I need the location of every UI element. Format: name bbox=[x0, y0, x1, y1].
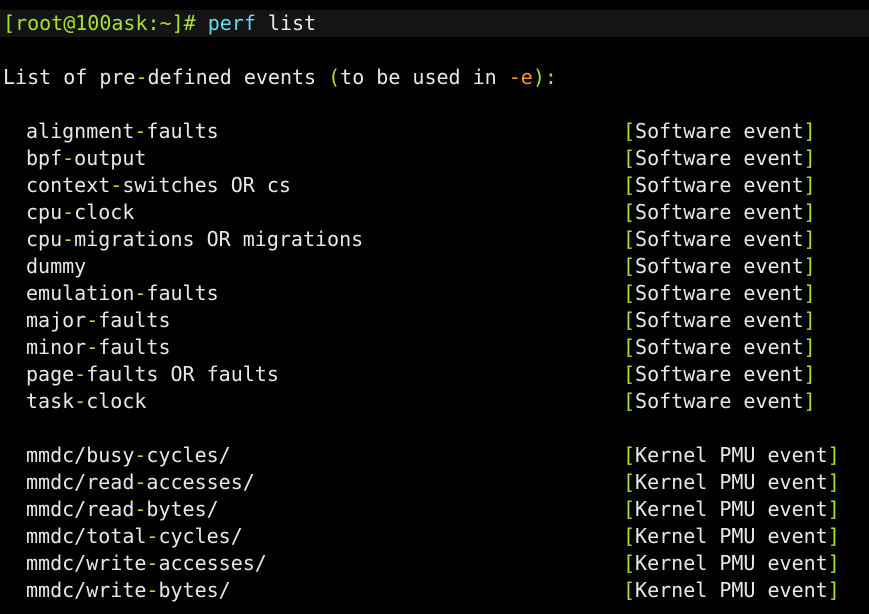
header-text-in: to be used in bbox=[340, 65, 509, 89]
software-event-row: emulation-faults [Software event] bbox=[0, 280, 869, 307]
event-name: emulation-faults bbox=[26, 281, 219, 305]
event-type: [Software event] bbox=[623, 254, 816, 278]
event-name: mmdc/read-bytes/ bbox=[26, 497, 219, 521]
pmu-event-row: mmdc/read-bytes/ [Kernel PMU event] bbox=[0, 496, 869, 523]
pmu-event-row: mmdc/write-accesses/ [Kernel PMU event] bbox=[0, 550, 869, 577]
event-type: [Software event] bbox=[623, 173, 816, 197]
event-name: task-clock bbox=[26, 389, 147, 413]
prompt-line: [root@100ask:~]# perf list bbox=[0, 10, 869, 37]
software-event-row: cpu-clock [Software event] bbox=[0, 199, 869, 226]
software-event-row: task-clock [Software event] bbox=[0, 388, 869, 415]
event-name: cpu-clock bbox=[26, 200, 135, 224]
software-event-row: major-faults [Software event] bbox=[0, 307, 869, 334]
event-type: [Software event] bbox=[623, 308, 816, 332]
software-event-row: dummy [Software event] bbox=[0, 253, 869, 280]
software-event-row: cpu-migrations OR migrations [Software ev… bbox=[0, 226, 869, 253]
event-type: [Software event] bbox=[623, 146, 816, 170]
header-paren-open: ( bbox=[328, 65, 341, 89]
event-name: dummy bbox=[26, 254, 87, 278]
pmu-event-row: mmdc/read-accesses/ [Kernel PMU event] bbox=[0, 469, 869, 496]
event-type: [Software event] bbox=[623, 281, 816, 305]
header-text-start: List of pre bbox=[3, 65, 136, 89]
event-name: bpf-output bbox=[26, 146, 147, 170]
event-type: [Software event] bbox=[623, 362, 816, 386]
pmu-event-row: mmdc/total-cycles/ [Kernel PMU event] bbox=[0, 523, 869, 550]
event-type: [Kernel PMU event] bbox=[623, 443, 840, 467]
command-argument: list bbox=[267, 11, 317, 35]
header-flag: -e bbox=[508, 65, 533, 89]
event-name: mmdc/total-cycles/ bbox=[26, 524, 243, 548]
event-type: [Kernel PMU event] bbox=[623, 470, 840, 494]
event-type: [Software event] bbox=[623, 227, 816, 251]
header-text-mid: defined events bbox=[147, 65, 329, 89]
event-type: [Kernel PMU event] bbox=[623, 551, 840, 575]
event-list-header: List of pre-defined events (to be used i… bbox=[0, 64, 557, 91]
event-name: mmdc/busy-cycles/ bbox=[26, 443, 231, 467]
header-dash: - bbox=[135, 65, 148, 89]
event-type: [Software event] bbox=[623, 119, 816, 143]
event-name: minor-faults bbox=[26, 335, 171, 359]
command-name: perf bbox=[207, 11, 256, 35]
software-event-row: page-faults OR faults [Software event] bbox=[0, 361, 869, 388]
event-name: context-switches OR cs bbox=[26, 173, 291, 197]
software-event-row: bpf-output [Software event] bbox=[0, 145, 869, 172]
event-type: [Kernel PMU event] bbox=[623, 524, 840, 548]
event-name: major-faults bbox=[26, 308, 171, 332]
event-name: mmdc/write-accesses/ bbox=[26, 551, 267, 575]
software-event-row: context-switches OR cs [Software event] bbox=[0, 172, 869, 199]
software-event-row: alignment-faults [Software event] bbox=[0, 118, 869, 145]
event-type: [Kernel PMU event] bbox=[623, 578, 840, 602]
header-paren-close: ) bbox=[532, 65, 545, 89]
event-type: [Software event] bbox=[623, 200, 816, 224]
terminal-window[interactable]: [root@100ask:~]# perf list List of pre-d… bbox=[0, 0, 869, 614]
event-type: [Software event] bbox=[623, 335, 816, 359]
header-colon: : bbox=[544, 65, 557, 89]
event-name: page-faults OR faults bbox=[26, 362, 279, 386]
pmu-event-row: mmdc/write-bytes/ [Kernel PMU event] bbox=[0, 577, 869, 604]
event-name: mmdc/read-accesses/ bbox=[26, 470, 255, 494]
pmu-event-row: mmdc/busy-cycles/ [Kernel PMU event] bbox=[0, 442, 869, 469]
event-name: alignment-faults bbox=[26, 119, 219, 143]
event-type: [Software event] bbox=[623, 389, 816, 413]
event-name: cpu-migrations OR migrations bbox=[26, 227, 364, 251]
prompt-user-host: [root@100ask:~]# bbox=[3, 11, 196, 35]
event-name: mmdc/write-bytes/ bbox=[26, 578, 231, 602]
software-event-row: minor-faults [Software event] bbox=[0, 334, 869, 361]
event-type: [Kernel PMU event] bbox=[623, 497, 840, 521]
